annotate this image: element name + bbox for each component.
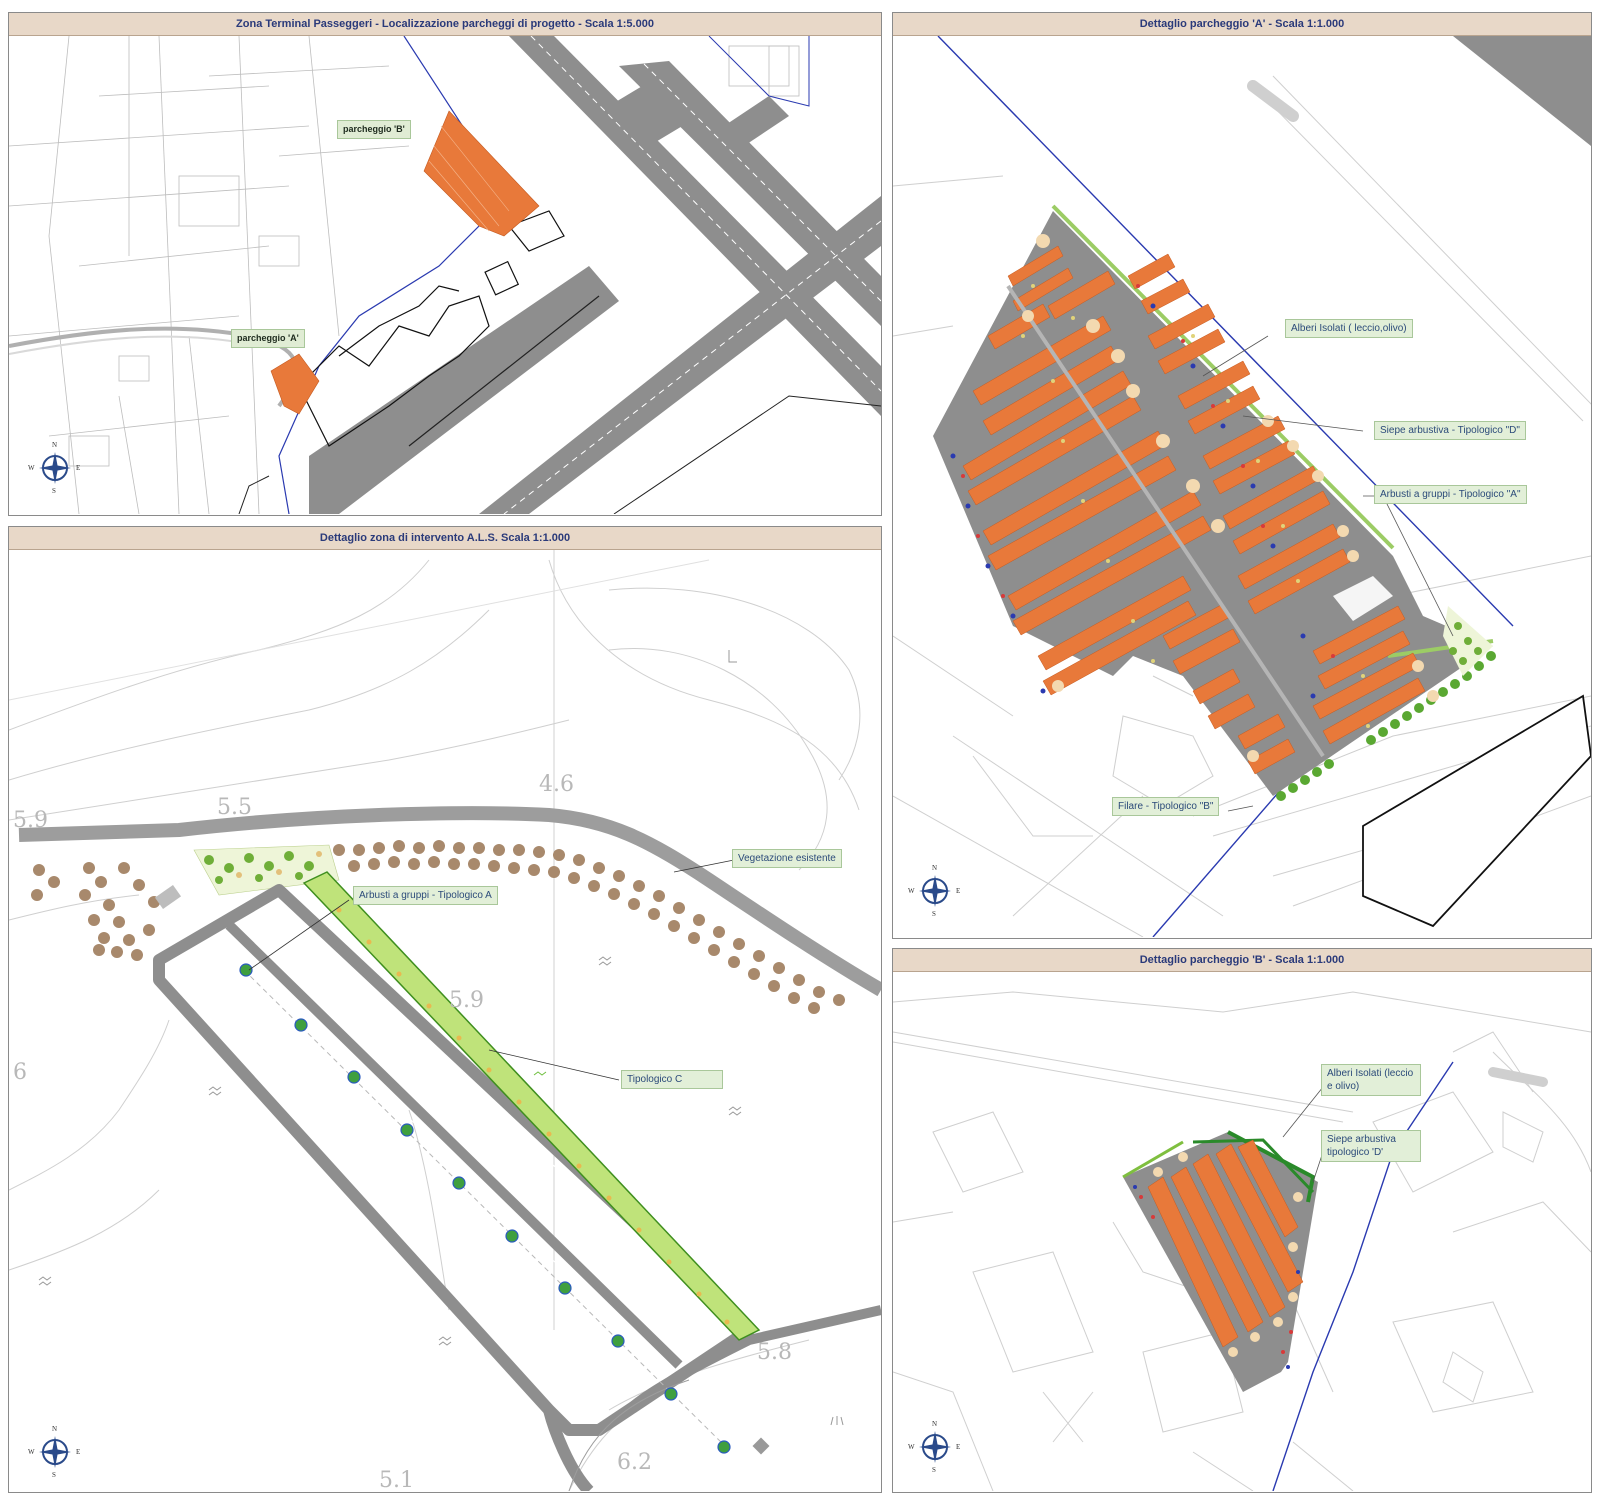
compass-parcheggio-a: N S W E <box>908 864 960 918</box>
elevation-5-9b: 5.9 <box>449 988 484 1013</box>
compass-s: S <box>932 1466 936 1474</box>
vegetazione-esistente-label: Vegetazione esistente <box>732 849 842 868</box>
compass-parcheggio-b: N S W E <box>908 1420 960 1474</box>
compass-n: N <box>52 441 58 449</box>
elevation-6: 6 <box>13 1060 27 1085</box>
alberi-isolati-b-label: Alberi Isolati (leccio e olivo) <box>1321 1064 1421 1096</box>
terminal-map-canvas: parcheggio 'B' parcheggio 'A' N S W E <box>9 36 881 515</box>
als-map-svg <box>9 550 881 1491</box>
parcheggio-a-label: parcheggio 'A' <box>231 329 305 348</box>
compass-e: E <box>956 887 961 895</box>
arbusti-gruppi-a-label: Arbusti a gruppi - Tipologico A <box>353 886 498 905</box>
compass-n: N <box>932 1420 938 1428</box>
siepe-arbustiva-b-label: Siepe arbustiva tipologico 'D' <box>1321 1130 1421 1162</box>
filare-tipologico-b-label: Filare - Tipologico "B" <box>1112 797 1220 816</box>
elevation-4-6: 4.6 <box>539 772 574 797</box>
parcheggio-b-svg <box>893 991 1591 1491</box>
compass-s: S <box>52 487 56 495</box>
compass-rose-icon <box>39 452 71 484</box>
compass-w: W <box>28 1448 35 1456</box>
elevation-5-9: 5.9 <box>13 808 48 833</box>
parcheggio-b-label: parcheggio 'B' <box>337 120 411 139</box>
compass-e: E <box>76 464 81 472</box>
compass-s: S <box>52 1471 56 1479</box>
panel-terminal-map: Zona Terminal Passeggeri - Localizzazion… <box>8 12 882 516</box>
als-map-canvas: 5.9 5.5 4.6 5.9 6 5.8 6.2 5.1 Vegetazion… <box>9 550 881 1492</box>
elevation-5-8: 5.8 <box>757 1340 792 1365</box>
siepe-arbustiva-d-label: Siepe arbustiva - Tipologico "D" <box>1374 421 1526 440</box>
panel-als-title: Dettaglio zona di intervento A.L.S. Scal… <box>9 527 881 550</box>
tipologico-c-label: Tipologico C <box>621 1070 723 1089</box>
compass-rose-icon <box>39 1436 71 1468</box>
parcheggio-b-canvas: Alberi Isolati (leccio e olivo) Siepe ar… <box>893 972 1591 1492</box>
arbusti-gruppi-tipologico-a-label: Arbusti a gruppi - Tipologico "A" <box>1374 485 1527 504</box>
compass-w: W <box>28 464 35 472</box>
panel-parcheggio-b-title: Dettaglio parcheggio 'B' - Scala 1:1.000 <box>893 949 1591 972</box>
compass-rose-icon <box>919 875 951 907</box>
panel-als-map: Dettaglio zona di intervento A.L.S. Scal… <box>8 526 882 1493</box>
alberi-isolati-label: Alberi Isolati ( leccio,olivo) <box>1285 319 1413 338</box>
compass-n: N <box>52 1425 58 1433</box>
existing-vegetation <box>31 840 845 1014</box>
panel-terminal-title: Zona Terminal Passeggeri - Localizzazion… <box>9 13 881 36</box>
compass-e: E <box>956 1443 961 1451</box>
compass-w: W <box>908 1443 915 1451</box>
terminal-map-svg <box>9 36 881 514</box>
compass-als: N S W E <box>28 1425 80 1479</box>
compass-s: S <box>932 910 936 918</box>
panel-parcheggio-b-map: Dettaglio parcheggio 'B' - Scala 1:1.000 <box>892 948 1592 1493</box>
parcheggio-a-canvas: Alberi Isolati ( leccio,olivo) Siepe arb… <box>893 36 1591 938</box>
panel-parcheggio-a-title: Dettaglio parcheggio 'A' - Scala 1:1.000 <box>893 13 1591 36</box>
elevation-6-2: 6.2 <box>617 1450 652 1475</box>
elevation-5-5: 5.5 <box>217 795 252 820</box>
compass-terminal: N S W E <box>28 441 80 495</box>
elevation-5-1: 5.1 <box>379 1468 414 1493</box>
compass-e: E <box>76 1448 81 1456</box>
compass-w: W <box>908 887 915 895</box>
panel-parcheggio-a-map: Dettaglio parcheggio 'A' - Scala 1:1.000 <box>892 12 1592 939</box>
compass-rose-icon <box>919 1431 951 1463</box>
compass-n: N <box>932 864 938 872</box>
